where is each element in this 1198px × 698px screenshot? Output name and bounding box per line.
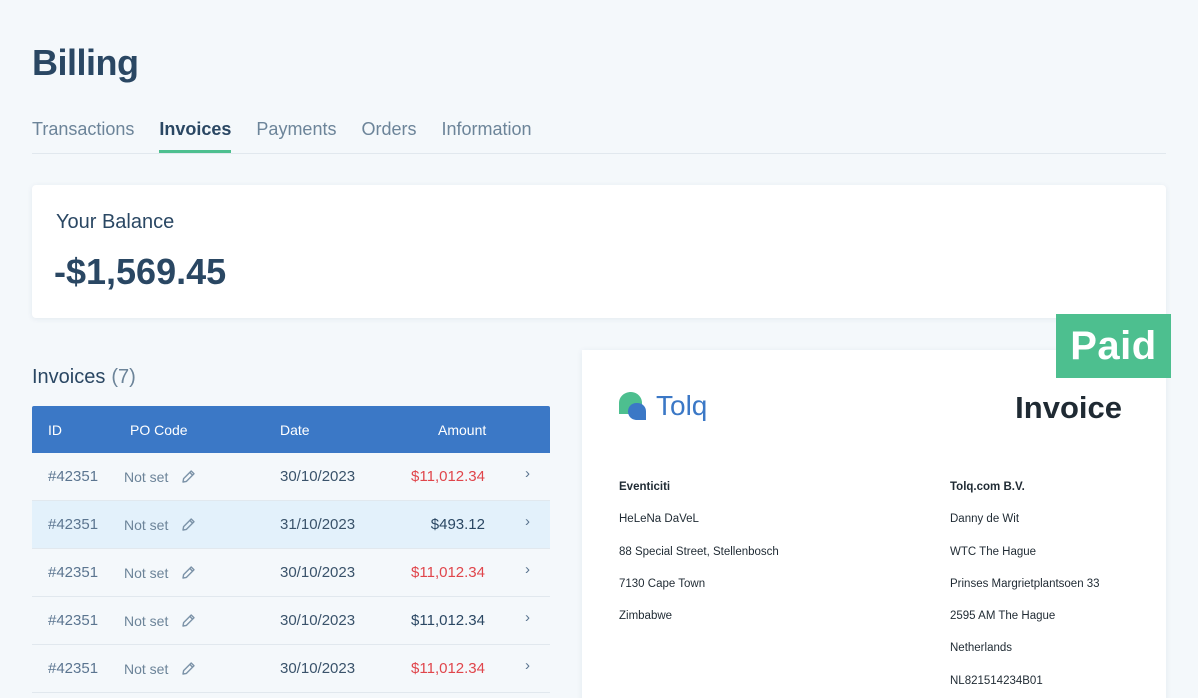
- invoice-id: #42351: [48, 612, 99, 629]
- bill-to-address: Eventiciti HeLeNa DaVeL 88 Special Stree…: [619, 480, 779, 641]
- invoice-amount: $11,012.34: [411, 612, 485, 629]
- column-po-code[interactable]: PO Code: [130, 422, 188, 438]
- invoice-amount: $11,012.34: [411, 468, 485, 485]
- billing-tabs: Transactions Invoices Payments Orders In…: [32, 117, 1166, 154]
- invoices-table: ID PO Code Date Amount #42351 Not set 30/1…: [32, 406, 550, 693]
- invoice-date: 30/10/2023: [280, 660, 356, 677]
- table-row[interactable]: #42351 Not set 30/10/2023 $11,012.34 ›: [32, 645, 550, 693]
- invoice-id: #42351: [48, 660, 99, 677]
- address-line: HeLeNa DaVeL: [619, 513, 699, 526]
- invoice-amount: $11,012.34: [411, 660, 485, 677]
- address-line: Danny de Wit: [950, 513, 1020, 526]
- invoice-id: #42351: [48, 468, 99, 485]
- po-code: Not set: [124, 469, 169, 485]
- invoice-date: 30/10/2023: [280, 612, 356, 629]
- invoice-date: 31/10/2023: [280, 516, 356, 533]
- address-line: Netherlands: [950, 642, 1013, 655]
- paid-badge: Paid: [1056, 314, 1171, 378]
- invoice-id: #42351: [48, 564, 99, 581]
- pencil-icon[interactable]: [180, 514, 196, 534]
- chevron-right-icon[interactable]: ›: [525, 513, 530, 530]
- table-row[interactable]: #42351 Not set 30/10/2023 $11,012.34 ›: [32, 453, 550, 501]
- balance-card: Your Balance -$1,569.45: [32, 185, 1166, 318]
- column-date[interactable]: Date: [280, 422, 310, 438]
- address-line: 88 Special Street, Stellenbosch: [619, 545, 779, 558]
- invoice-date: 30/10/2023: [280, 468, 356, 485]
- pencil-icon[interactable]: [180, 562, 196, 582]
- chat-bubbles-icon: [619, 392, 646, 420]
- po-code: Not set: [124, 565, 169, 581]
- address-line: NL821514234B01: [950, 674, 1043, 687]
- address-line: Eventiciti: [619, 481, 671, 493]
- tab-invoices[interactable]: Invoices: [159, 117, 232, 153]
- table-row[interactable]: #42351 Not set 30/10/2023 $11,012.34 ›: [32, 597, 550, 645]
- tab-orders[interactable]: Orders: [361, 117, 416, 153]
- chevron-right-icon[interactable]: ›: [525, 561, 530, 578]
- invoices-heading-label: Invoices: [32, 366, 106, 388]
- po-code: Not set: [124, 517, 169, 533]
- pencil-icon[interactable]: [180, 658, 196, 678]
- invoice-date: 30/10/2023: [280, 564, 356, 581]
- sender-address: Tolq.com B.V. Danny de Wit WTC The Hague…: [950, 480, 1100, 698]
- table-header: ID PO Code Date Amount: [32, 406, 550, 453]
- balance-value: -$1,569.45: [54, 251, 227, 292]
- address-line: Zimbabwe: [619, 610, 673, 623]
- tab-information[interactable]: Information: [441, 117, 531, 153]
- address-line: 7130 Cape Town: [619, 577, 706, 590]
- column-id[interactable]: ID: [48, 422, 62, 438]
- balance-label: Your Balance: [56, 211, 175, 233]
- address-line: Prinses Margrietplantsoen 33: [950, 577, 1100, 590]
- invoice-amount: $493.12: [430, 516, 485, 533]
- invoice-preview: Tolq Invoice Eventiciti HeLeNa DaVeL 88 …: [582, 350, 1166, 698]
- address-line: Tolq.com B.V.: [950, 481, 1025, 493]
- po-code: Not set: [124, 613, 169, 629]
- tab-transactions[interactable]: Transactions: [32, 117, 134, 153]
- po-code: Not set: [124, 661, 169, 677]
- pencil-icon[interactable]: [180, 466, 196, 486]
- tab-payments[interactable]: Payments: [256, 117, 336, 153]
- chevron-right-icon[interactable]: ›: [525, 657, 530, 674]
- invoices-count: (7): [111, 366, 136, 388]
- invoices-heading: Invoices (7): [32, 366, 136, 389]
- invoice-id: #42351: [48, 516, 99, 533]
- address-line: 2595 AM The Hague: [950, 610, 1056, 623]
- logo-text: Tolq: [656, 390, 708, 421]
- chevron-right-icon[interactable]: ›: [525, 465, 530, 482]
- chevron-right-icon[interactable]: ›: [525, 609, 530, 626]
- invoice-amount: $11,012.34: [411, 564, 485, 581]
- table-row[interactable]: #42351 Not set 31/10/2023 $493.12 ›: [32, 501, 550, 549]
- pencil-icon[interactable]: [180, 610, 196, 630]
- address-line: WTC The Hague: [950, 545, 1037, 558]
- tolq-logo: Tolq: [618, 388, 707, 424]
- table-row[interactable]: #42351 Not set 30/10/2023 $11,012.34 ›: [32, 549, 550, 597]
- invoice-title: Invoice: [1015, 390, 1122, 425]
- column-amount[interactable]: Amount: [438, 422, 486, 438]
- page-title: Billing: [32, 42, 139, 83]
